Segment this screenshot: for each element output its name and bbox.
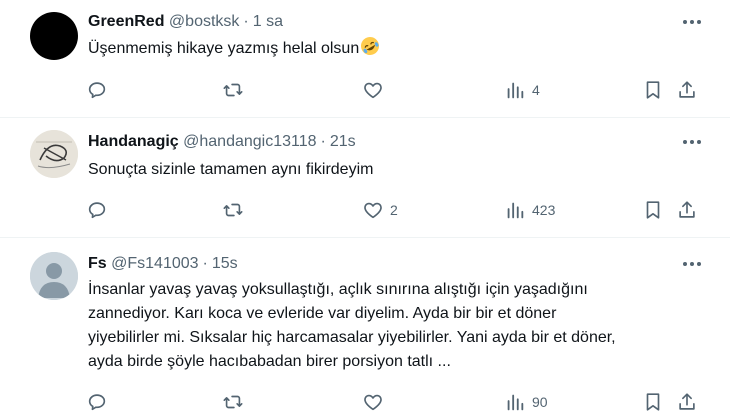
tweet-text-content: Üşenmemiş hikaye yazmış helal olsun — [88, 40, 360, 57]
like-count: 2 — [390, 202, 398, 218]
user-handle[interactable]: @Fs141003 — [111, 255, 198, 272]
reply-button[interactable] — [86, 78, 114, 102]
views-icon — [507, 82, 524, 99]
tweet-text: İnsanlar yavaş yavaş yoksullaştığı, açlı… — [88, 281, 616, 370]
separator: · — [320, 133, 326, 150]
timestamp[interactable]: 1 sa — [253, 13, 283, 30]
tweet[interactable]: Handanagiç @handangic13118 · 21s Sonuçta s… — [0, 118, 730, 238]
timestamp[interactable]: 15s — [212, 255, 238, 272]
avatar[interactable] — [30, 12, 78, 60]
bookmark-icon — [646, 393, 660, 411]
reply-button[interactable] — [86, 390, 114, 414]
tweet-actions: 90 — [84, 390, 710, 414]
separator: · — [243, 13, 249, 30]
tweet-text: Üşenmemiş hikaye yazmış helal olsun — [88, 36, 708, 61]
more-icon[interactable] — [680, 252, 704, 276]
timestamp[interactable]: 21s — [330, 133, 356, 150]
tweet-actions: 2 423 — [84, 198, 710, 222]
views-button[interactable]: 423 — [504, 198, 555, 222]
views-button[interactable]: 90 — [504, 390, 548, 414]
retweet-button[interactable] — [222, 198, 250, 222]
rolling-on-floor-laughing-emoji — [360, 36, 380, 56]
views-icon — [507, 202, 524, 219]
bookmark-button[interactable] — [642, 78, 664, 102]
view-count: 4 — [532, 82, 540, 98]
share-button[interactable] — [676, 198, 698, 222]
retweet-button[interactable] — [222, 78, 250, 102]
views-button[interactable]: 4 — [504, 78, 540, 102]
bookmark-icon — [646, 201, 660, 219]
bookmark-button[interactable] — [642, 198, 664, 222]
share-icon — [679, 393, 695, 410]
like-button[interactable] — [362, 390, 390, 414]
like-button[interactable]: 2 — [362, 198, 398, 222]
user-handle[interactable]: @handangic13118 — [183, 133, 316, 150]
bookmark-icon — [646, 81, 660, 99]
display-name[interactable]: Handanagiç — [88, 133, 179, 150]
share-button[interactable] — [676, 78, 698, 102]
reply-icon — [88, 82, 106, 99]
retweet-button[interactable] — [222, 390, 250, 414]
tweet[interactable]: GreenRed @bostksk · 1 sa Üşenmemiş hikaye … — [0, 0, 730, 118]
tweet[interactable]: Fs @Fs141003 · 15s İnsanlar yavaş yavaş yo… — [0, 238, 730, 420]
reply-icon — [88, 394, 106, 411]
display-name[interactable]: GreenRed — [88, 13, 164, 30]
tweet-header: GreenRed @bostksk · 1 sa — [88, 12, 283, 32]
more-icon[interactable] — [680, 130, 704, 154]
like-icon — [364, 394, 382, 411]
tweet-header: Handanagiç @handangic13118 · 21s — [88, 132, 356, 152]
tweet-text: Sonuçta sizinle tamamen aynı fikirdeyim — [88, 161, 374, 178]
view-count: 423 — [532, 202, 556, 218]
display-name[interactable]: Fs — [88, 255, 107, 272]
view-count: 90 — [532, 394, 548, 410]
retweet-icon — [223, 83, 243, 97]
bookmark-button[interactable] — [642, 390, 664, 414]
share-icon — [679, 81, 695, 98]
more-icon[interactable] — [680, 10, 704, 34]
reply-icon — [88, 202, 106, 219]
like-button[interactable] — [362, 78, 390, 102]
user-handle[interactable]: @bostksk — [169, 13, 239, 30]
like-icon — [364, 202, 382, 219]
avatar[interactable] — [30, 252, 78, 300]
separator: · — [202, 255, 208, 272]
share-icon — [679, 201, 695, 218]
retweet-icon — [223, 203, 243, 217]
views-icon — [507, 394, 524, 411]
tweet-header: Fs @Fs141003 · 15s — [88, 254, 238, 274]
reply-button[interactable] — [86, 198, 114, 222]
like-icon — [364, 82, 382, 99]
avatar[interactable] — [30, 130, 78, 178]
share-button[interactable] — [676, 390, 698, 414]
tweet-actions: 4 — [84, 78, 710, 102]
retweet-icon — [223, 395, 243, 409]
